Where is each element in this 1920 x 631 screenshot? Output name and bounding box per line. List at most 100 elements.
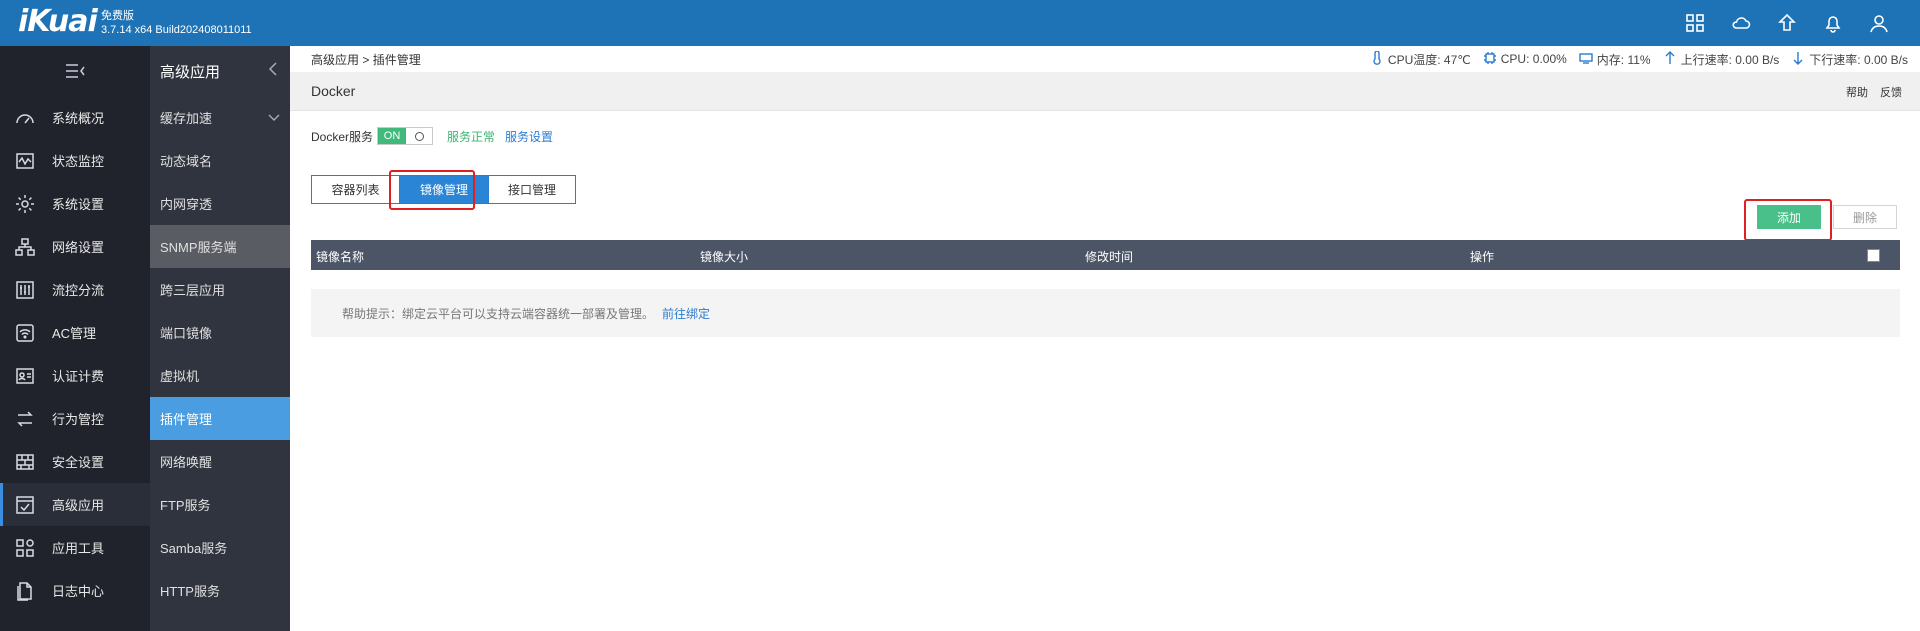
delete-button[interactable]: 删除 bbox=[1833, 205, 1897, 229]
nav-item-monitor[interactable]: 状态监控 bbox=[0, 139, 150, 182]
nav-item-auth[interactable]: 认证计费 bbox=[0, 354, 150, 397]
subnav-item-wol[interactable]: 网络唤醒 bbox=[150, 440, 290, 483]
subnav-item-label: 插件管理 bbox=[160, 412, 213, 427]
subnav-item-label: 虚拟机 bbox=[160, 369, 200, 384]
nav-item-security[interactable]: 安全设置 bbox=[0, 440, 150, 483]
subnav-item-l3[interactable]: 跨三层应用 bbox=[150, 268, 290, 311]
tab-container-list[interactable]: 容器列表 bbox=[312, 176, 400, 203]
nav-item-label: 行为管控 bbox=[52, 412, 105, 427]
edition-info: 免费版 3.7.14 x64 Build202408011011 bbox=[101, 9, 252, 37]
chevron-down-icon bbox=[268, 110, 280, 125]
nav-item-flow-control[interactable]: 流控分流 bbox=[0, 268, 150, 311]
subnav-item-label: 网络唤醒 bbox=[160, 455, 213, 470]
breadcrumb-parent[interactable]: 高级应用 bbox=[311, 53, 359, 67]
nav-item-tools[interactable]: 应用工具 bbox=[0, 526, 150, 569]
add-button[interactable]: 添加 bbox=[1757, 205, 1821, 229]
nav-item-overview[interactable]: 系统概况 bbox=[0, 96, 150, 139]
wifi-icon bbox=[14, 322, 36, 344]
service-row: Docker服务 ON 服务正常 服务设置 bbox=[311, 127, 553, 145]
help-tip: 帮助提示：绑定云平台可以支持云端容器统一部署及管理。 前往绑定 bbox=[311, 289, 1900, 337]
system-stats: CPU温度: 47℃ CPU: 0.00% 内存: 11% 上行速率: 0.00… bbox=[1370, 46, 1908, 72]
sub-nav-header: 高级应用 bbox=[150, 46, 290, 96]
gear-icon bbox=[14, 193, 36, 215]
subnav-item-plugins[interactable]: 插件管理 bbox=[150, 397, 290, 440]
nav-item-label: 流控分流 bbox=[52, 283, 105, 298]
sub-nav-title: 高级应用 bbox=[160, 63, 221, 81]
column-image-size[interactable]: 镜像大小 bbox=[700, 248, 748, 265]
id-card-icon bbox=[14, 365, 36, 387]
feedback-link[interactable]: 反馈 bbox=[1880, 84, 1902, 100]
edition-label: 免费版 bbox=[101, 10, 134, 22]
thermometer-icon bbox=[1370, 49, 1384, 68]
nav-item-system-settings[interactable]: 系统设置 bbox=[0, 182, 150, 225]
toggle-on-label: ON bbox=[378, 128, 407, 144]
service-toggle[interactable]: ON bbox=[377, 127, 434, 145]
status-bar: 高级应用 > 插件管理 CPU温度: 47℃ CPU: 0.00% 内存: 11… bbox=[290, 46, 1920, 72]
tab-image-management[interactable]: 镜像管理 bbox=[400, 176, 488, 203]
subnav-item-label: 端口镜像 bbox=[160, 326, 213, 341]
nav-item-advanced[interactable]: 高级应用 bbox=[0, 483, 150, 526]
help-link[interactable]: 帮助 bbox=[1846, 84, 1868, 100]
subnav-item-http[interactable]: HTTP服务 bbox=[150, 569, 290, 612]
upgrade-icon[interactable] bbox=[1776, 12, 1798, 34]
service-settings-link[interactable]: 服务设置 bbox=[505, 128, 553, 145]
arrow-up-icon bbox=[1663, 50, 1677, 68]
subnav-item-port-mirror[interactable]: 端口镜像 bbox=[150, 311, 290, 354]
bind-cloud-link[interactable]: 前往绑定 bbox=[662, 305, 710, 322]
grid-icon[interactable] bbox=[1684, 12, 1706, 34]
page-title: Docker bbox=[311, 83, 356, 99]
subnav-item-label: 缓存加速 bbox=[160, 111, 213, 126]
subnav-item-snmp[interactable]: SNMP服务端 bbox=[150, 225, 290, 268]
tab-interface-management[interactable]: 接口管理 bbox=[488, 176, 575, 203]
main-content: 高级应用 > 插件管理 CPU温度: 47℃ CPU: 0.00% 内存: 11… bbox=[290, 46, 1920, 631]
sliders-icon bbox=[14, 279, 36, 301]
nav-item-label: 安全设置 bbox=[52, 455, 105, 470]
service-label: Docker服务 bbox=[311, 129, 374, 144]
version-label: 3.7.14 x64 Build202408011011 bbox=[101, 24, 252, 36]
service-status: 服务正常 bbox=[447, 129, 496, 144]
nav-item-label: AC管理 bbox=[52, 326, 97, 341]
cloud-icon[interactable] bbox=[1730, 12, 1752, 34]
subnav-item-vm[interactable]: 虚拟机 bbox=[150, 354, 290, 397]
nav-item-ac[interactable]: AC管理 bbox=[0, 311, 150, 354]
subnav-item-label: 跨三层应用 bbox=[160, 283, 226, 298]
column-actions: 操作 bbox=[1470, 250, 1495, 264]
breadcrumb: 高级应用 > 插件管理 bbox=[311, 51, 421, 68]
brand-logo[interactable]: iKuai bbox=[18, 4, 98, 39]
check-window-icon bbox=[14, 494, 36, 516]
subnav-item-ftp[interactable]: FTP服务 bbox=[150, 483, 290, 526]
sub-nav: 高级应用 缓存加速 动态域名 内网穿透 SNMP服务端 跨三层应用 端口镜像 虚… bbox=[150, 46, 290, 631]
subnav-item-ddns[interactable]: 动态域名 bbox=[150, 139, 290, 182]
column-modified-time[interactable]: 修改时间 bbox=[1085, 248, 1133, 265]
collapse-menu-icon[interactable] bbox=[0, 46, 150, 96]
monitor-icon bbox=[14, 150, 36, 172]
nav-item-label: 状态监控 bbox=[52, 154, 105, 169]
cpu-usage: CPU: 0.00% bbox=[1500, 52, 1567, 66]
network-icon bbox=[14, 236, 36, 258]
subnav-item-tunnel[interactable]: 内网穿透 bbox=[150, 182, 290, 225]
nav-item-label: 网络设置 bbox=[52, 240, 105, 255]
subnav-item-label: FTP服务 bbox=[160, 498, 211, 513]
document-icon bbox=[14, 580, 36, 602]
main-nav: 系统概况 状态监控 系统设置 网络设置 流控分流 AC管理 认证计费 行为管控 … bbox=[0, 46, 150, 631]
nav-item-logs[interactable]: 日志中心 bbox=[0, 569, 150, 612]
nav-item-label: 日志中心 bbox=[52, 584, 105, 599]
nav-item-label: 系统概况 bbox=[52, 111, 105, 126]
chevron-left-icon[interactable] bbox=[268, 62, 278, 80]
firewall-icon bbox=[14, 451, 36, 473]
nav-item-network[interactable]: 网络设置 bbox=[0, 225, 150, 268]
dashboard-icon bbox=[14, 107, 36, 129]
bell-icon[interactable] bbox=[1822, 12, 1844, 34]
select-all-checkbox[interactable] bbox=[1867, 249, 1880, 262]
subnav-item-cache[interactable]: 缓存加速 bbox=[150, 96, 290, 139]
breadcrumb-separator: > bbox=[362, 52, 370, 67]
subnav-item-label: 动态域名 bbox=[160, 154, 213, 169]
user-icon[interactable] bbox=[1868, 12, 1890, 34]
nav-item-behavior[interactable]: 行为管控 bbox=[0, 397, 150, 440]
apps-icon bbox=[14, 537, 36, 559]
column-image-name[interactable]: 镜像名称 bbox=[316, 248, 364, 265]
nav-item-label: 系统设置 bbox=[52, 197, 105, 212]
help-tip-text: 帮助提示：绑定云平台可以支持云端容器统一部署及管理。 bbox=[342, 306, 655, 321]
subnav-item-samba[interactable]: Samba服务 bbox=[150, 526, 290, 569]
table-header: 镜像名称 镜像大小 修改时间 操作 bbox=[311, 240, 1900, 270]
